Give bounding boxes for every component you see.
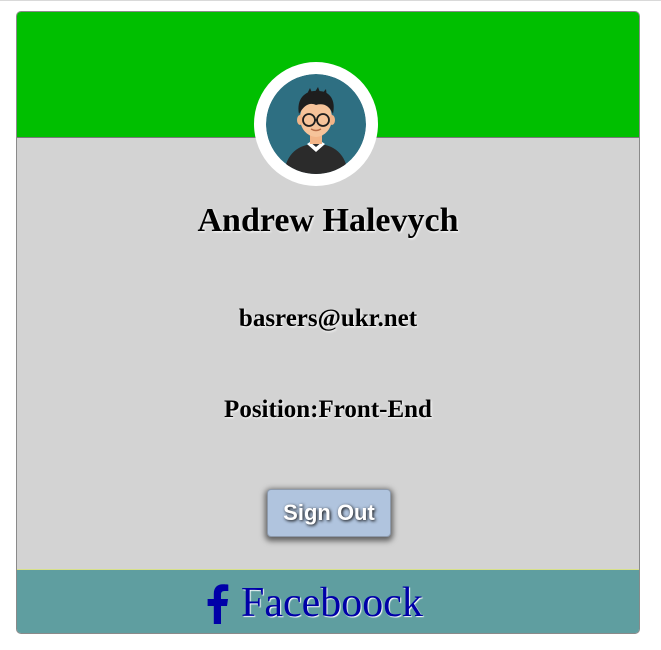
profile-email: basrers@ukr.net bbox=[238, 305, 418, 332]
position-value: Front-End bbox=[318, 396, 432, 423]
page-top-divider bbox=[0, 0, 661, 1]
user-avatar-glasses-icon bbox=[266, 74, 366, 174]
position-label: Position: bbox=[224, 396, 319, 423]
profile-card: Andrew Halevych basrers@ukr.net Position… bbox=[16, 11, 640, 634]
facebook-link[interactable]: Faceboock bbox=[203, 578, 423, 628]
profile-position: Position:Front-End bbox=[17, 396, 639, 424]
facebook-link-label: Faceboock bbox=[241, 580, 423, 626]
avatar-frame bbox=[254, 62, 378, 186]
sign-out-button[interactable]: Sign Out bbox=[267, 489, 391, 537]
facebook-f-icon bbox=[203, 582, 231, 624]
card-footer: Faceboock bbox=[17, 569, 639, 633]
profile-name: Andrew Halevych bbox=[197, 202, 459, 239]
